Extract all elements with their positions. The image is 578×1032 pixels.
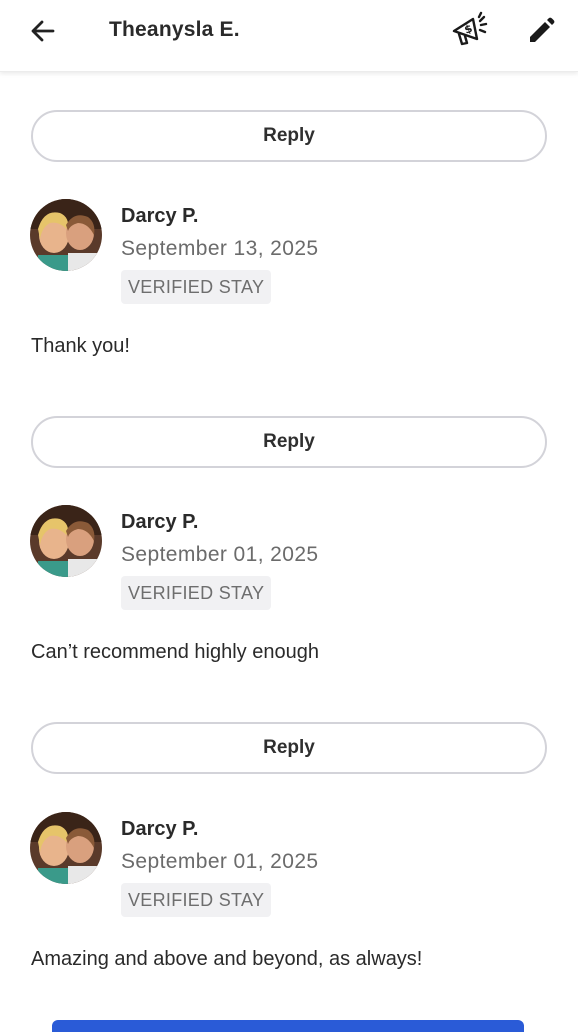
reviewer-name: Darcy P. <box>121 511 199 533</box>
promote-button[interactable]: $ <box>446 8 492 54</box>
reviewer-photo <box>30 199 102 271</box>
review-text: Amazing and above and beyond, as always! <box>31 948 423 970</box>
reviewer-name: Darcy P. <box>121 205 199 227</box>
review-item: Darcy P. September 13, 2025 VERIFIED STA… <box>0 199 578 379</box>
review-date: September 13, 2025 <box>121 237 319 260</box>
review-item: Darcy P. September 01, 2025 VERIFIED STA… <box>0 812 578 992</box>
review-date: September 01, 2025 <box>121 543 319 566</box>
bottom-action-button[interactable] <box>52 1020 524 1032</box>
app-header: Theanysla E. $ <box>0 0 578 72</box>
reply-button[interactable]: Reply <box>31 722 547 774</box>
verified-badge: VERIFIED STAY <box>121 576 272 610</box>
reply-button[interactable]: Reply <box>31 110 547 162</box>
avatar[interactable] <box>30 812 102 884</box>
back-button[interactable] <box>24 12 62 50</box>
review-date: September 01, 2025 <box>121 850 319 873</box>
review-text: Thank you! <box>31 335 130 357</box>
review-item: Darcy P. September 01, 2025 VERIFIED STA… <box>0 505 578 685</box>
reviewer-name: Darcy P. <box>121 818 199 840</box>
reviewer-photo <box>30 505 102 577</box>
page-title: Theanysla E. <box>109 18 240 41</box>
arrow-left-icon <box>31 20 55 42</box>
verified-badge: VERIFIED STAY <box>121 883 272 917</box>
avatar[interactable] <box>30 199 102 271</box>
reviewer-photo <box>30 812 102 884</box>
avatar[interactable] <box>30 505 102 577</box>
verified-badge: VERIFIED STAY <box>121 270 272 304</box>
pencil-icon <box>530 17 555 42</box>
reply-button[interactable]: Reply <box>31 416 547 468</box>
review-text: Can’t recommend highly enough <box>31 641 319 663</box>
edit-button[interactable] <box>520 10 562 52</box>
megaphone-dollar-icon: $ <box>452 11 488 46</box>
